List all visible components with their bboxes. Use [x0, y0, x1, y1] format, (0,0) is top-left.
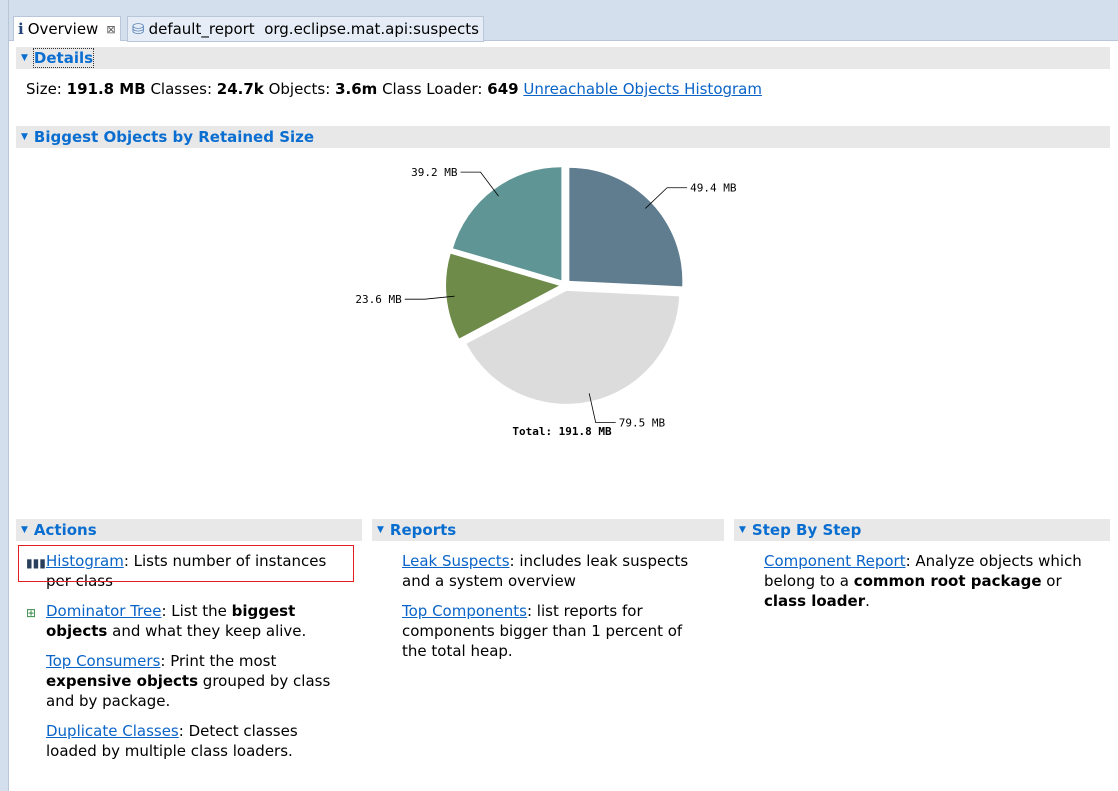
actions-list: ▮▮▮ Histogram: Lists number of instances …: [16, 551, 336, 771]
description: or: [1041, 572, 1062, 590]
emphasis: expensive objects: [46, 672, 199, 690]
steps-list: Component Report: Analyze objects which …: [734, 551, 1084, 621]
pie-slice-label: 79.5 MB: [619, 417, 666, 430]
loader-value: 649: [487, 80, 519, 98]
info-icon: i: [18, 20, 24, 38]
section-title: Step By Step: [751, 521, 862, 539]
collapse-icon[interactable]: ▼: [377, 525, 384, 535]
pie-slice-label: 23.6 MB: [355, 293, 402, 306]
classes-value: 24.7k: [216, 80, 264, 98]
editor-tabs: i Overview ⊠ ⛁ default_report org.eclips…: [9, 16, 1118, 42]
size-value: 191.8 MB: [66, 80, 146, 98]
tab-overview[interactable]: i Overview ⊠: [13, 16, 121, 41]
step-by-step-section-header[interactable]: ▼ Step By Step: [734, 519, 1110, 541]
component-report-link[interactable]: Component Report: [764, 552, 906, 570]
pie-slice: [569, 167, 683, 287]
pie-slice-label: 39.2 MB: [411, 166, 458, 179]
description: : Print the most: [160, 652, 277, 670]
tab-label: Overview: [27, 20, 99, 38]
description: and what they keep alive.: [107, 622, 307, 640]
reports-section-header[interactable]: ▼ Reports: [372, 519, 724, 541]
emphasis: common root package: [853, 572, 1042, 590]
unreachable-objects-link[interactable]: Unreachable Objects Histogram: [523, 80, 762, 98]
dominator-tree-link[interactable]: Dominator Tree: [46, 602, 161, 620]
objects-value: 3.6m: [335, 80, 378, 98]
description: : List the: [161, 602, 232, 620]
collapse-icon[interactable]: ▼: [21, 53, 28, 63]
duplicate-classes-link[interactable]: Duplicate Classes: [46, 722, 179, 740]
collapse-icon[interactable]: ▼: [21, 132, 28, 142]
action-top-consumers: Top Consumers: Print the most expensive …: [16, 651, 336, 711]
dominator-tree-icon: ⊞: [26, 606, 37, 620]
biggest-objects-section-header[interactable]: ▼ Biggest Objects by Retained Size: [16, 126, 1110, 148]
retained-size-pie-chart: Total: 191.8 MB 49.4 MB 79.5 MB 23.6 MB 39.…: [355, 166, 737, 438]
label: Size:: [26, 80, 62, 98]
emphasis: class loader: [764, 592, 866, 610]
close-icon[interactable]: ⊠: [106, 23, 115, 36]
label: Objects:: [268, 80, 331, 98]
report-top-components: Top Components: list reports for compone…: [372, 601, 702, 661]
pie-slice-label: 49.4 MB: [690, 182, 737, 195]
description: .: [865, 592, 870, 610]
tab-label: default_report org.eclipse.mat.api:suspe…: [148, 20, 479, 38]
report-icon: ⛁: [132, 20, 145, 38]
section-title: Actions: [33, 521, 97, 539]
report-leak-suspects: Leak Suspects: includes leak suspects an…: [372, 551, 702, 591]
section-title: Biggest Objects by Retained Size: [33, 128, 315, 146]
highlight-box: [18, 545, 354, 582]
top-consumers-link[interactable]: Top Consumers: [46, 652, 160, 670]
total-label: Total: 191.8 MB: [512, 425, 612, 438]
details-section-header[interactable]: ▼ Details: [16, 47, 1110, 69]
section-title: Reports: [389, 521, 457, 539]
label: Classes:: [150, 80, 213, 98]
step-component-report: Component Report: Analyze objects which …: [734, 551, 1084, 611]
collapse-icon[interactable]: ▼: [739, 525, 746, 535]
tab-default-report[interactable]: ⛁ default_report org.eclipse.mat.api:sus…: [127, 16, 484, 42]
top-components-link[interactable]: Top Components: [402, 602, 527, 620]
action-dominator-tree: ⊞ Dominator Tree: List the biggest object…: [16, 601, 336, 641]
details-summary: Size: 191.8 MB Classes: 24.7k Objects: 3…: [26, 80, 762, 98]
label: Class Loader:: [382, 80, 483, 98]
action-duplicate-classes: Duplicate Classes: Detect classes loaded…: [16, 721, 336, 761]
leak-suspects-link[interactable]: Leak Suspects: [402, 552, 510, 570]
collapse-icon[interactable]: ▼: [21, 525, 28, 535]
section-title: Details: [32, 48, 95, 68]
reports-list: Leak Suspects: includes leak suspects an…: [372, 551, 702, 671]
toolbar: [0, 0, 1118, 16]
actions-section-header[interactable]: ▼ Actions: [16, 519, 362, 541]
